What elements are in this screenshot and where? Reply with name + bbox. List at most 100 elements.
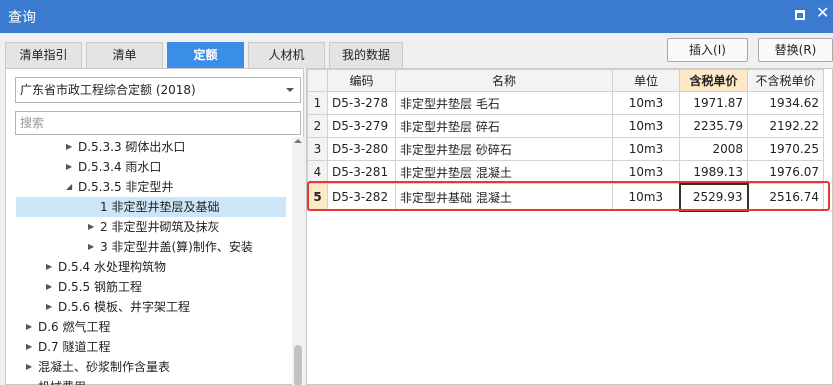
tree-item[interactable]: ▶ D.5.5 钢筋工程 [16, 277, 286, 297]
library-select[interactable]: 广东省市政工程综合定额 (2018) [15, 77, 301, 103]
tree-item-label: 1 非定型井垫层及基础 [100, 200, 220, 214]
tab-bill-guide[interactable]: 清单指引 [5, 42, 82, 68]
expand-arrow-icon[interactable]: ▶ [66, 157, 72, 177]
tab-quota[interactable]: 定额 [167, 42, 244, 68]
tree-item-label: D.5.3.3 砌体出水口 [78, 140, 186, 154]
tree-item-label: 2 非定型井砌筑及抹灰 [100, 220, 220, 234]
expand-arrow-icon[interactable]: ▶ [26, 317, 32, 337]
scroll-up-icon[interactable] [294, 139, 302, 143]
cell-notax-price[interactable]: 2516.74 [747, 183, 824, 211]
cell-name[interactable]: 非定型井垫层 混凝土 [395, 160, 613, 184]
tree-item[interactable]: ◢ D.5.3.5 非定型井 [16, 177, 286, 197]
cell-code[interactable]: D5-3-279 [327, 114, 396, 138]
table-row[interactable]: 3 D5-3-280 非定型井垫层 砂碎石 10m3 2008 1970.25 [307, 137, 824, 161]
row-index: 4 [307, 160, 328, 184]
cell-code[interactable]: D5-3-282 [327, 183, 396, 211]
tree-item-label: D.7 隧道工程 [38, 340, 111, 354]
expand-arrow-icon[interactable]: ▶ [66, 137, 72, 157]
scrollbar-thumb[interactable] [294, 345, 302, 385]
cell-code[interactable]: D5-3-278 [327, 91, 396, 115]
cell-name[interactable]: 非定型井垫层 毛石 [395, 91, 613, 115]
cell-notax-price[interactable]: 1976.07 [747, 160, 824, 184]
quota-tree: ▶ D.5.3.3 砌体出水口 ▶ D.5.3.4 雨水口 ◢ D.5.3.5 … [6, 137, 286, 385]
row-index: 5 [307, 183, 328, 211]
cell-notax-price[interactable]: 1934.62 [747, 91, 824, 115]
expand-arrow-icon[interactable]: ▶ [46, 257, 52, 277]
col-header-index [307, 69, 328, 92]
tree-item[interactable]: ▶ D.5.4 水处理构筑物 [16, 257, 286, 277]
cell-code[interactable]: D5-3-280 [327, 137, 396, 161]
tree-item-label: D.5.3.4 雨水口 [78, 160, 162, 174]
row-index: 2 [307, 114, 328, 138]
restore-icon[interactable] [795, 10, 805, 20]
table-row[interactable]: 1 D5-3-278 非定型井垫层 毛石 10m3 1971.87 1934.6… [307, 91, 824, 115]
tab-my-data[interactable]: 我的数据 [329, 42, 403, 68]
tree-item-label: D.5.4 水处理构筑物 [58, 260, 166, 274]
tree-item[interactable]: ▶ D.7 隧道工程 [16, 337, 286, 357]
tab-bill[interactable]: 清单 [86, 42, 163, 68]
tree-item-label: D.5.5 钢筋工程 [58, 280, 142, 294]
cell-name[interactable]: 非定型井垫层 碎石 [395, 114, 613, 138]
col-header-unit[interactable]: 单位 [612, 69, 680, 92]
expand-arrow-icon[interactable]: ▶ [46, 297, 52, 317]
expand-arrow-icon[interactable]: ▶ [46, 277, 52, 297]
library-select-value: 广东省市政工程综合定额 (2018) [20, 83, 196, 97]
expand-arrow-icon[interactable]: ▶ [26, 357, 32, 377]
cell-notax-price[interactable]: 2192.22 [747, 114, 824, 138]
tree-item-label: 混凝土、砂浆制作含量表 [38, 360, 171, 374]
cell-unit[interactable]: 10m3 [612, 183, 680, 211]
quota-tree-panel: 广东省市政工程综合定额 (2018) 搜索 ▶ D.5.3.3 砌体出水口 ▶ … [5, 68, 304, 385]
cell-tax-price-editing[interactable]: 2529.93 [678, 182, 749, 212]
tab-labor-material-machine[interactable]: 人材机 [248, 42, 325, 68]
expand-arrow-icon[interactable]: ▶ [88, 237, 94, 257]
tree-item-label: D.5.6 模板、井字架工程 [58, 300, 190, 314]
col-header-notax-price[interactable]: 不含税单价 [747, 69, 824, 92]
cell-unit[interactable]: 10m3 [612, 114, 680, 138]
collapse-arrow-icon[interactable]: ◢ [66, 177, 72, 197]
tree-item-label: D.5.3.5 非定型井 [78, 180, 174, 194]
cell-code[interactable]: D5-3-281 [327, 160, 396, 184]
cell-unit[interactable]: 10m3 [612, 137, 680, 161]
table-row[interactable]: 4 D5-3-281 非定型井垫层 混凝土 10m3 1989.13 1976.… [307, 160, 824, 184]
tree-item[interactable]: ▶ 3 非定型井盖(算)制作、安装 [16, 237, 286, 257]
tree-item-label: 3 非定型井盖(算)制作、安装 [100, 240, 253, 254]
window-title: 查询 [8, 10, 36, 26]
cell-notax-price[interactable]: 1970.25 [747, 137, 824, 161]
cell-tax-price[interactable]: 1971.87 [679, 91, 748, 115]
cell-unit[interactable]: 10m3 [612, 91, 680, 115]
table-row-selected[interactable]: 5 D5-3-282 非定型井基础 混凝土 10m3 2529.93 2516.… [307, 182, 824, 212]
col-header-tax-price[interactable]: 含税单价 [679, 69, 748, 92]
tree-item[interactable]: ▶ 混凝土、砂浆制作含量表 [16, 357, 286, 377]
tree-item-label: D.6 燃气工程 [38, 320, 111, 334]
tree-scrollbar[interactable] [292, 137, 304, 385]
tree-item-label: 机械费用 [38, 377, 86, 385]
tree-item[interactable]: ▶ D.6 燃气工程 [16, 317, 286, 337]
row-index: 1 [307, 91, 328, 115]
search-input[interactable]: 搜索 [15, 111, 301, 135]
table-header-row: 编码 名称 单位 含税单价 不含税单价 [307, 69, 824, 92]
insert-button[interactable]: 插入(I) [667, 38, 748, 62]
cell-tax-price[interactable]: 2235.79 [679, 114, 748, 138]
chevron-down-icon [286, 88, 294, 92]
quota-table: 编码 名称 单位 含税单价 不含税单价 1 D5-3-278 非定型井垫层 毛石… [307, 69, 824, 212]
tree-item[interactable]: ▶ D.5.3.3 砌体出水口 [16, 137, 286, 157]
tree-item[interactable]: ▶ D.5.3.4 雨水口 [16, 157, 286, 177]
cell-unit[interactable]: 10m3 [612, 160, 680, 184]
col-header-code[interactable]: 编码 [327, 69, 396, 92]
table-row[interactable]: 2 D5-3-279 非定型井垫层 碎石 10m3 2235.79 2192.2… [307, 114, 824, 138]
expand-arrow-icon[interactable]: ▶ [88, 217, 94, 237]
title-bar: 查询 ✕ [0, 0, 833, 33]
tree-item[interactable]: ▶ D.5.6 模板、井字架工程 [16, 297, 286, 317]
cell-tax-price[interactable]: 1989.13 [679, 160, 748, 184]
replace-button[interactable]: 替换(R) [758, 38, 833, 62]
close-icon[interactable]: ✕ [816, 5, 830, 21]
col-header-name[interactable]: 名称 [395, 69, 613, 92]
expand-arrow-icon[interactable]: ▶ [26, 337, 32, 357]
cell-name[interactable]: 非定型井垫层 砂碎石 [395, 137, 613, 161]
tree-item-selected[interactable]: 1 非定型井垫层及基础 [16, 197, 286, 217]
row-index: 3 [307, 137, 328, 161]
cell-name[interactable]: 非定型井基础 混凝土 [395, 183, 613, 211]
tree-item[interactable]: ▶ 2 非定型井砌筑及抹灰 [16, 217, 286, 237]
tree-item[interactable]: 机械费用 [16, 377, 286, 385]
cell-tax-price[interactable]: 2008 [679, 137, 748, 161]
